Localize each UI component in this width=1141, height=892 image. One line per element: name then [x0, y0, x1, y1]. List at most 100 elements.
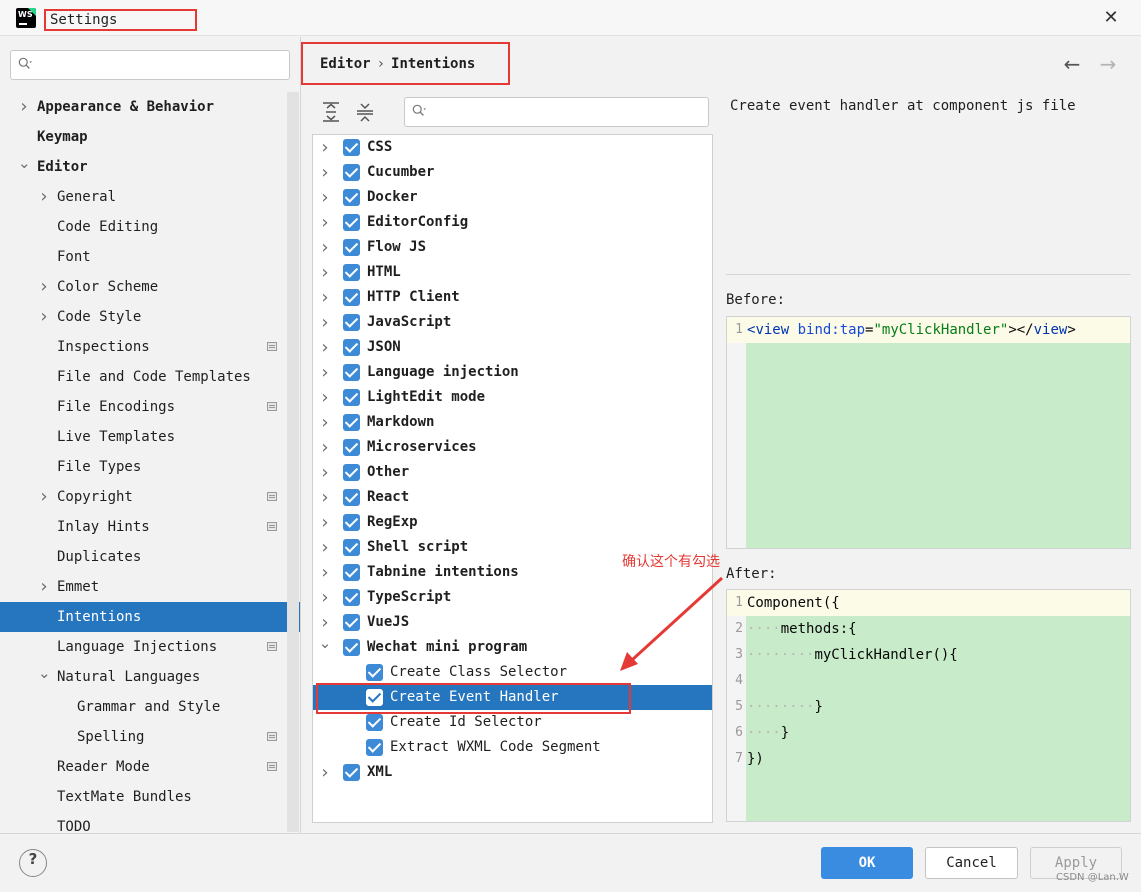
checkbox[interactable]	[343, 514, 360, 531]
sidebar-item[interactable]: Inlay Hints	[0, 512, 286, 542]
chevron-right-icon[interactable]: ›	[318, 610, 332, 635]
checkbox[interactable]	[343, 289, 360, 306]
sidebar-item[interactable]: TODO	[0, 812, 286, 833]
forward-arrow-icon[interactable]: →	[1096, 52, 1120, 76]
intention-row[interactable]: › EditorConfig	[313, 210, 712, 235]
sidebar-item[interactable]: › Emmet	[0, 572, 286, 602]
chevron-down-icon[interactable]: ⌄	[38, 662, 51, 684]
sidebar-item[interactable]: Reader Mode	[0, 752, 286, 782]
sidebar-item[interactable]: Font	[0, 242, 286, 272]
sidebar-item[interactable]: › General	[0, 182, 286, 212]
checkbox[interactable]	[343, 539, 360, 556]
checkbox[interactable]	[343, 364, 360, 381]
chevron-right-icon[interactable]: ›	[38, 182, 50, 212]
checkbox[interactable]	[343, 439, 360, 456]
chevron-right-icon[interactable]: ›	[38, 572, 50, 602]
chevron-right-icon[interactable]: ›	[318, 510, 332, 535]
chevron-right-icon[interactable]: ›	[318, 335, 332, 360]
expand-all-icon[interactable]	[319, 100, 343, 124]
sidebar-item[interactable]: Code Editing	[0, 212, 286, 242]
chevron-right-icon[interactable]: ›	[18, 92, 30, 122]
intention-row[interactable]: › Other	[313, 460, 712, 485]
chevron-right-icon[interactable]: ›	[318, 585, 332, 610]
checkbox[interactable]	[366, 664, 383, 681]
sidebar-item[interactable]: › Appearance & Behavior	[0, 92, 286, 122]
intention-row[interactable]: › RegExp	[313, 510, 712, 535]
sidebar-item[interactable]: Live Templates	[0, 422, 286, 452]
intention-row[interactable]: › JavaScript	[313, 310, 712, 335]
checkbox[interactable]	[343, 639, 360, 656]
chevron-right-icon[interactable]: ›	[318, 460, 332, 485]
collapse-all-icon[interactable]	[353, 100, 377, 124]
sidebar-item[interactable]: Keymap	[0, 122, 286, 152]
sidebar-item[interactable]: Intentions	[0, 602, 300, 632]
chevron-right-icon[interactable]: ›	[38, 272, 50, 302]
intention-row[interactable]: Extract WXML Code Segment	[313, 735, 712, 760]
checkbox[interactable]	[343, 764, 360, 781]
sidebar-item[interactable]: File Encodings	[0, 392, 286, 422]
sidebar-item[interactable]: Grammar and Style	[0, 692, 286, 722]
breadcrumb-parent[interactable]: Editor	[320, 56, 371, 72]
checkbox[interactable]	[366, 714, 383, 731]
sidebar-item[interactable]: Duplicates	[0, 542, 286, 572]
chevron-right-icon[interactable]: ›	[318, 285, 332, 310]
checkbox[interactable]	[343, 389, 360, 406]
intention-row[interactable]: › XML	[313, 760, 712, 785]
sidebar-item[interactable]: Language Injections	[0, 632, 286, 662]
sidebar-item[interactable]: › Code Style	[0, 302, 286, 332]
intention-row[interactable]: › HTML	[313, 260, 712, 285]
intention-row[interactable]: › Microservices	[313, 435, 712, 460]
checkbox[interactable]	[343, 189, 360, 206]
chevron-right-icon[interactable]: ›	[318, 410, 332, 435]
chevron-right-icon[interactable]: ›	[318, 560, 332, 585]
chevron-right-icon[interactable]: ›	[318, 310, 332, 335]
chevron-right-icon[interactable]: ›	[318, 235, 332, 260]
help-icon[interactable]: ?	[19, 849, 47, 877]
chevron-right-icon[interactable]: ›	[318, 535, 332, 560]
chevron-right-icon[interactable]: ›	[318, 185, 332, 210]
checkbox[interactable]	[343, 464, 360, 481]
sidebar-item[interactable]: ⌄ Natural Languages	[0, 662, 286, 692]
sidebar-scrollbar[interactable]	[287, 92, 299, 832]
intention-row[interactable]: › CSS	[313, 135, 712, 160]
checkbox[interactable]	[343, 239, 360, 256]
cancel-button[interactable]: Cancel	[925, 847, 1018, 879]
sidebar-item[interactable]: Inspections	[0, 332, 286, 362]
checkbox[interactable]	[343, 589, 360, 606]
chevron-right-icon[interactable]: ›	[318, 385, 332, 410]
intention-row[interactable]: › React	[313, 485, 712, 510]
checkbox[interactable]	[343, 564, 360, 581]
intention-row[interactable]: › Cucumber	[313, 160, 712, 185]
chevron-down-icon[interactable]: ⌄	[18, 152, 31, 174]
chevron-right-icon[interactable]: ›	[318, 260, 332, 285]
chevron-right-icon[interactable]: ›	[38, 482, 50, 512]
sidebar-item[interactable]: File Types	[0, 452, 286, 482]
sidebar-item[interactable]: ⌄ Editor	[0, 152, 286, 182]
checkbox[interactable]	[343, 264, 360, 281]
sidebar-item[interactable]: › Color Scheme	[0, 272, 286, 302]
intention-row[interactable]: › Language injection	[313, 360, 712, 385]
chevron-right-icon[interactable]: ›	[318, 360, 332, 385]
chevron-right-icon[interactable]: ›	[318, 760, 332, 785]
chevron-right-icon[interactable]: ›	[318, 210, 332, 235]
intention-row[interactable]: › Markdown	[313, 410, 712, 435]
checkbox[interactable]	[343, 614, 360, 631]
checkbox[interactable]	[343, 314, 360, 331]
chevron-right-icon[interactable]: ›	[38, 302, 50, 332]
close-icon[interactable]: ✕	[1100, 7, 1122, 29]
sidebar-item[interactable]: Spelling	[0, 722, 286, 752]
checkbox[interactable]	[343, 164, 360, 181]
checkbox[interactable]	[343, 489, 360, 506]
chevron-right-icon[interactable]: ›	[318, 160, 332, 185]
intention-row[interactable]: › HTTP Client	[313, 285, 712, 310]
checkbox[interactable]	[343, 414, 360, 431]
checkbox[interactable]	[343, 139, 360, 156]
ok-button[interactable]: OK	[821, 847, 913, 879]
sidebar-item[interactable]: TextMate Bundles	[0, 782, 286, 812]
chevron-right-icon[interactable]: ›	[318, 435, 332, 460]
chevron-down-icon[interactable]: ⌄	[318, 635, 332, 652]
checkbox[interactable]	[343, 214, 360, 231]
intention-row[interactable]: › LightEdit mode	[313, 385, 712, 410]
intentions-search-input[interactable]	[404, 97, 709, 127]
chevron-right-icon[interactable]: ›	[318, 485, 332, 510]
